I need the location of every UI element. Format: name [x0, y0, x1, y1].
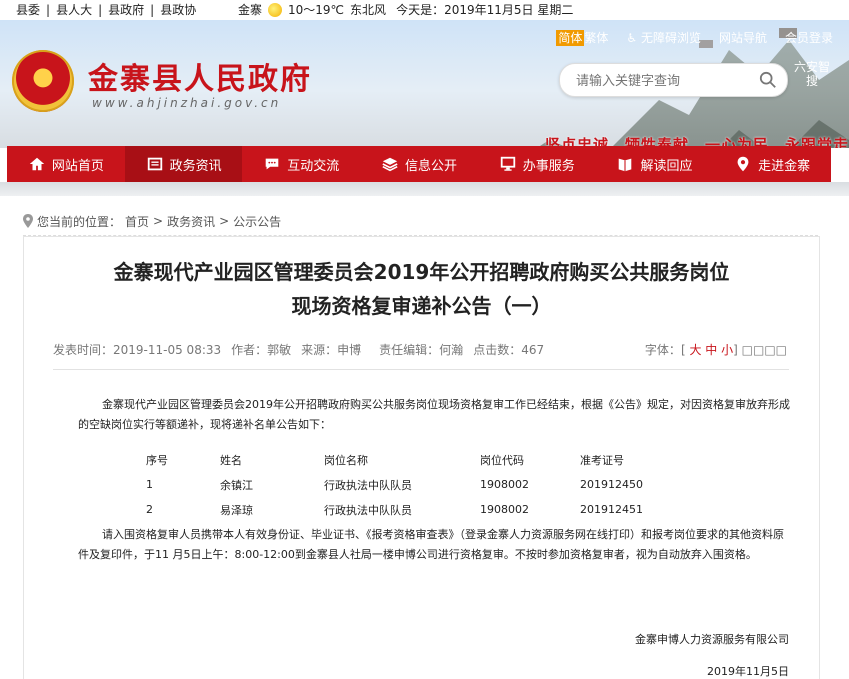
nav-disclosure[interactable]: 信息公开 [360, 146, 478, 182]
location-pin-icon [23, 214, 33, 228]
nav-news[interactable]: 政务资讯 [124, 146, 243, 182]
weather-city: 金寨 [238, 3, 263, 17]
breadcrumb-prefix: 您当前的位置： [37, 214, 122, 229]
accessible-label: 无障碍浏览 [640, 31, 701, 45]
top-nav-congress[interactable]: 县人大 [50, 0, 98, 20]
editor: 责任编辑：何瀚 [379, 343, 464, 357]
table-row: 1 余镇江 行政执法中队队员 1908002 201912450 [146, 472, 643, 497]
article-title-line1: 金寨现代产业园区管理委员会2019年公开招聘政府购买公共服务岗位 [113, 260, 730, 284]
cell-name: 余镇江 [220, 478, 253, 492]
breadcrumb-sep: > [153, 214, 164, 228]
weather-temp: 10～19℃ [288, 3, 345, 17]
table-row: 2 易泽琼 行政执法中队队员 1908002 201912451 [146, 497, 643, 522]
cell-position: 行政执法中队队员 [324, 503, 412, 517]
top-bar: 县委 | 县人大 | 县政府 | 县政协 金寨 10～19℃ 东北风 今天是：2019… [0, 0, 849, 20]
top-nav-government[interactable]: 县政府 [102, 0, 150, 20]
top-nav: 县委 | 县人大 | 县政府 | 县政协 [10, 0, 202, 20]
login-link[interactable]: 会员登录 [785, 29, 833, 46]
site-name: 金寨县人民政府 [88, 62, 312, 97]
font-size-label: 字体： [644, 343, 681, 357]
article-paragraph-2: 请入围资格复审人员携带本人有效身份证、毕业证书、《报考资格审查表》（登录金寨人力… [78, 528, 784, 561]
layers-icon [382, 157, 398, 172]
source: 来源：申博 [301, 343, 362, 357]
col-header-position: 岗位名称 [324, 453, 368, 467]
main-nav: 网站首页 政务资讯 互动交流 信息公开 办事服务 解读回应 走进金寨 [7, 146, 831, 182]
article-title-line2: 现场资格复审递补公告（一） [291, 294, 552, 318]
col-header-name: 姓名 [220, 453, 242, 467]
nav-home[interactable]: 网站首页 [7, 146, 125, 182]
col-header-code: 岗位代码 [480, 453, 524, 467]
nav-label: 网站首页 [51, 158, 104, 174]
language-switch[interactable]: 简体 繁体 [556, 29, 608, 46]
cell-ticket: 201912450 [580, 478, 643, 491]
header-links: 简体 繁体 ♿ 无障碍浏览 网站导航 会员登录 [556, 29, 833, 46]
search-icon[interactable] [759, 71, 777, 89]
nav-label: 办事服务 [522, 158, 575, 174]
cell-no: 1 [146, 478, 153, 491]
site-nav-link[interactable]: 网站导航 [719, 29, 767, 46]
cell-position: 行政执法中队队员 [324, 478, 412, 492]
publish-time: 发表时间：2019-11-05 08:33 [53, 343, 222, 357]
national-emblem-icon [12, 50, 74, 112]
author: 作者：郭敏 [231, 343, 292, 357]
weather-wind: 东北风 [350, 3, 387, 17]
font-size-medium[interactable]: 中 [705, 343, 717, 357]
article-paragraph-1: 金寨现代产业园区管理委员会2019年公开招聘政府购买公共服务岗位现场资格复审工作… [78, 398, 790, 431]
nav-label: 信息公开 [405, 158, 458, 174]
nav-label: 解读回应 [640, 158, 693, 174]
monitor-icon [500, 156, 515, 171]
accessible-browse-link[interactable]: ♿ 无障碍浏览 [626, 29, 701, 46]
font-size-small[interactable]: 小 [721, 343, 733, 357]
nav-services[interactable]: 办事服务 [478, 146, 596, 182]
book-icon [619, 158, 632, 172]
nav-label: 政务资讯 [169, 158, 222, 174]
nav-interaction[interactable]: 互动交流 [242, 146, 360, 182]
smart-search-link[interactable]: 六安智搜 [794, 60, 830, 88]
nav-label: 互动交流 [287, 158, 340, 174]
top-nav-party[interactable]: 县委 [10, 0, 46, 20]
meta-divider [53, 369, 789, 370]
font-color-options[interactable]: □□□□ [742, 343, 787, 357]
font-size-control: 字体：[ 大 中 小] □□□□ [644, 343, 787, 357]
search-input[interactable] [574, 70, 758, 92]
article-date: 2019年11月5日 [707, 665, 789, 678]
cell-name: 易泽琼 [220, 503, 253, 517]
breadcrumb: 您当前的位置： 首页 > 政务资讯 > 公示公告 [23, 207, 818, 236]
top-nav-cppcc[interactable]: 县政协 [154, 0, 202, 20]
accessibility-icon: ♿ [626, 31, 641, 45]
cell-ticket: 201912451 [580, 503, 643, 516]
nav-label: 走进金寨 [758, 158, 811, 174]
weather-info: 金寨 10～19℃ 东北风 今天是：2019年11月5日 星期二 [238, 0, 573, 20]
col-header-no: 序号 [146, 453, 168, 467]
breadcrumb-sep: > [219, 214, 230, 228]
header-banner: 金寨县人民政府 www.ahjinzhai.gov.cn 简体 繁体 ♿ 无障碍浏… [0, 20, 849, 148]
article-title: 金寨现代产业园区管理委员会2019年公开招聘政府购买公共服务岗位 现场资格复审递… [24, 255, 819, 323]
lang-traditional[interactable]: 繁体 [584, 31, 608, 45]
site-url: www.ahjinzhai.gov.cn [92, 96, 282, 110]
nav-interpretation[interactable]: 解读回应 [596, 146, 714, 182]
cell-no: 2 [146, 503, 153, 516]
lang-simplified[interactable]: 简体 [556, 30, 585, 46]
search-box [559, 63, 788, 97]
breadcrumb-notices[interactable]: 公示公告 [233, 213, 281, 230]
sun-icon [268, 3, 283, 17]
home-icon [29, 157, 45, 171]
nav-about[interactable]: 走进金寨 [713, 146, 831, 182]
today-date: 今天是：2019年11月5日 星期二 [396, 3, 574, 17]
chat-icon [265, 158, 279, 170]
article-panel: 金寨现代产业园区管理委员会2019年公开招聘政府购买公共服务岗位 现场资格复审递… [23, 236, 820, 679]
cell-code: 1908002 [480, 503, 529, 516]
click-count: 点击数：467 [473, 343, 545, 357]
col-header-ticket: 准考证号 [580, 453, 624, 467]
table-header-row: 序号 姓名 岗位名称 岗位代码 准考证号 [146, 447, 643, 472]
candidate-table: 序号 姓名 岗位名称 岗位代码 准考证号 1 余镇江 行政执法中队队员 1908… [146, 447, 643, 522]
breadcrumb-news[interactable]: 政务资讯 [167, 213, 215, 230]
newspaper-icon [147, 157, 162, 171]
article-signature: 金寨申博人力资源服务有限公司 [635, 633, 789, 646]
font-size-large[interactable]: 大 [689, 343, 701, 357]
cell-code: 1908002 [480, 478, 529, 491]
nav-underbar [0, 182, 849, 196]
location-icon [737, 156, 749, 172]
breadcrumb-home[interactable]: 首页 [125, 213, 149, 230]
